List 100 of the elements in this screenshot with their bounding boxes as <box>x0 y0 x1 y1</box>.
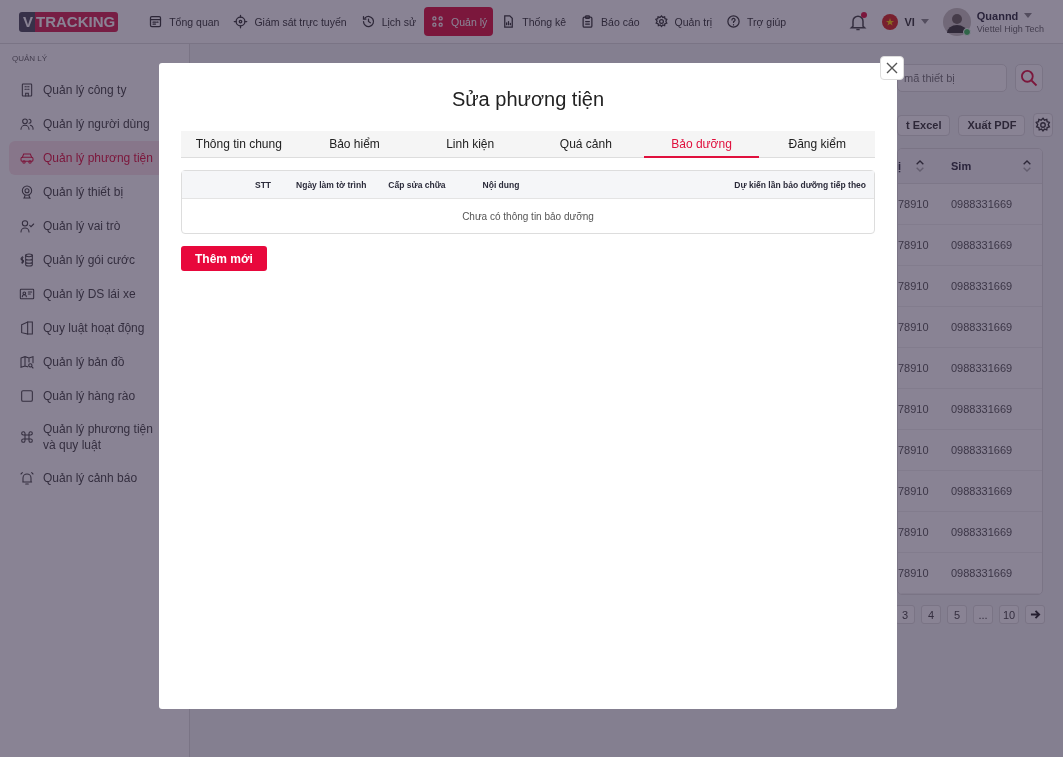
table-cell-text: 78910 <box>898 444 930 456</box>
sidebar-item[interactable]: Quản lý cảnh báo <box>9 461 180 495</box>
flag-icon <box>882 13 899 30</box>
table-cell: 0988331669 <box>951 321 1013 333</box>
nav-item[interactable]: Quản trị <box>647 7 718 36</box>
caret-icon <box>920 19 929 24</box>
search-field[interactable]: mã thiết bị <box>897 64 1007 92</box>
building-icon <box>19 82 35 98</box>
sidebar-item[interactable]: Quản lý gói cước <box>9 243 180 277</box>
table-cell-text: 78910 <box>898 280 930 292</box>
webcam-icon <box>19 184 35 200</box>
nav-item[interactable]: Lịch sử <box>354 7 423 36</box>
user-name[interactable]: Quannd <box>976 9 1019 22</box>
settings-button[interactable] <box>1033 113 1054 137</box>
sidebar-item[interactable]: Quản lý phương tiện và quy luật <box>9 413 180 461</box>
table-cell-text: 78910 <box>898 198 930 210</box>
tab[interactable]: Quá cảnh <box>528 131 644 158</box>
column-header: Ngày làm tờ trình <box>296 179 367 190</box>
logo[interactable]: V TRACKING <box>19 11 119 32</box>
section-label: QUẢN LÝ <box>12 54 49 63</box>
tab[interactable]: Thông tin chung <box>181 131 297 158</box>
nav-item[interactable]: Trợ giúp <box>719 7 793 36</box>
column-header[interactable]: Sim <box>951 160 972 172</box>
settings-icon <box>1034 116 1053 134</box>
sort-icon[interactable] <box>915 159 926 173</box>
empty-message: Chưa có thông tin bảo dưỡng <box>461 209 595 224</box>
tab[interactable]: Linh kiện <box>412 131 528 158</box>
arrow-right-icon <box>1029 609 1041 620</box>
sidebar-item[interactable]: Quản lý vai trò <box>9 209 180 243</box>
help-icon <box>725 14 741 29</box>
nav-item[interactable]: Quản lý <box>424 7 494 36</box>
sidebar-item[interactable]: Quy luật hoạt động <box>9 311 180 345</box>
next-page-button[interactable] <box>1025 605 1045 624</box>
dashboard-icon <box>148 14 164 29</box>
table-cell-text: 78910 <box>898 239 930 251</box>
sidebar-item[interactable]: Quản lý thiết bị <box>9 175 180 209</box>
page-button[interactable]: 10 <box>999 605 1019 624</box>
table-cell: 0988331669 <box>951 567 1013 579</box>
nav-item[interactable]: Thống kê <box>495 7 573 36</box>
command-icon <box>19 429 35 445</box>
user-organization: Viettel High Tech <box>976 23 1044 34</box>
column-header: STT <box>255 179 272 190</box>
table-cell: 0988331669 <box>951 280 1013 292</box>
square-icon <box>19 388 35 404</box>
add-button[interactable]: Thêm mới <box>181 246 267 271</box>
nav-item[interactable]: Báo cáo <box>574 7 646 36</box>
logo-mark: V <box>19 11 35 32</box>
dialog-title: Sửa phương tiện <box>450 88 606 112</box>
page-button[interactable]: 4 <box>921 605 941 624</box>
settings-icon <box>653 14 669 29</box>
column-header: Nội dung <box>482 179 520 190</box>
table-cell-text: 78910 <box>898 362 930 374</box>
book-icon <box>19 320 35 336</box>
table-cell: 0988331669 <box>951 526 1013 538</box>
export-pdf-button[interactable]: Xuất PDF <box>958 114 1026 136</box>
search-icon <box>1019 68 1039 88</box>
notification-bell-icon[interactable] <box>848 11 869 32</box>
alarm-icon <box>19 470 35 486</box>
history-icon <box>360 14 376 29</box>
tab[interactable]: Bảo dưỡng <box>643 131 760 158</box>
users-icon <box>19 116 35 132</box>
table-cell: 0988331669 <box>951 403 1013 415</box>
grid-icon <box>430 14 446 29</box>
coins-icon <box>19 252 35 268</box>
column-header[interactable]: ị <box>898 160 902 172</box>
language-selector[interactable]: VI <box>882 13 929 30</box>
close-icon <box>886 62 898 74</box>
crosshair-icon <box>233 14 249 29</box>
table-cell: 0988331669 <box>951 239 1013 251</box>
export-excel-button[interactable]: t Excel <box>897 114 951 136</box>
sidebar-item[interactable]: Quản lý bản đồ <box>9 345 180 379</box>
page-button[interactable]: ... <box>973 605 993 624</box>
avatar[interactable] <box>942 7 971 36</box>
table-cell-text: 78910 <box>898 321 930 333</box>
table-cell: 0988331669 <box>951 444 1013 456</box>
table-cell: 0988331669 <box>951 198 1013 210</box>
sidebar-item[interactable]: Quản lý người dùng <box>9 107 180 141</box>
column-header: Dự kiến lần bảo dưỡng tiếp theo <box>734 179 866 190</box>
nav-item[interactable]: Giám sát trực tuyến <box>227 7 353 36</box>
table-cell-text: 78910 <box>898 403 930 415</box>
map-icon <box>19 354 35 370</box>
sidebar-item[interactable]: Quản lý hàng rào <box>9 379 180 413</box>
caret-icon[interactable] <box>1024 13 1033 18</box>
nav-item[interactable]: Tổng quan <box>142 7 226 36</box>
clipboard-icon <box>580 14 596 29</box>
table-cell-text: 78910 <box>898 567 930 579</box>
close-button[interactable] <box>880 56 904 80</box>
sidebar-item[interactable]: Quản lý DS lái xe <box>9 277 180 311</box>
table-cell: 0988331669 <box>951 485 1013 497</box>
tab[interactable]: Đăng kiểm <box>759 131 876 158</box>
car-icon <box>19 150 35 166</box>
search-button[interactable] <box>1015 64 1043 92</box>
tab[interactable]: Bảo hiểm <box>296 131 413 158</box>
sidebar-item[interactable]: Quản lý công ty <box>9 73 180 107</box>
sort-icon[interactable] <box>1022 159 1032 173</box>
column-header: Cấp sửa chữa <box>388 179 446 190</box>
page-button[interactable]: 5 <box>947 605 967 624</box>
logo-text: TRACKING <box>35 11 119 32</box>
user-check-icon <box>19 218 35 234</box>
table-cell: 0988331669 <box>951 362 1013 374</box>
